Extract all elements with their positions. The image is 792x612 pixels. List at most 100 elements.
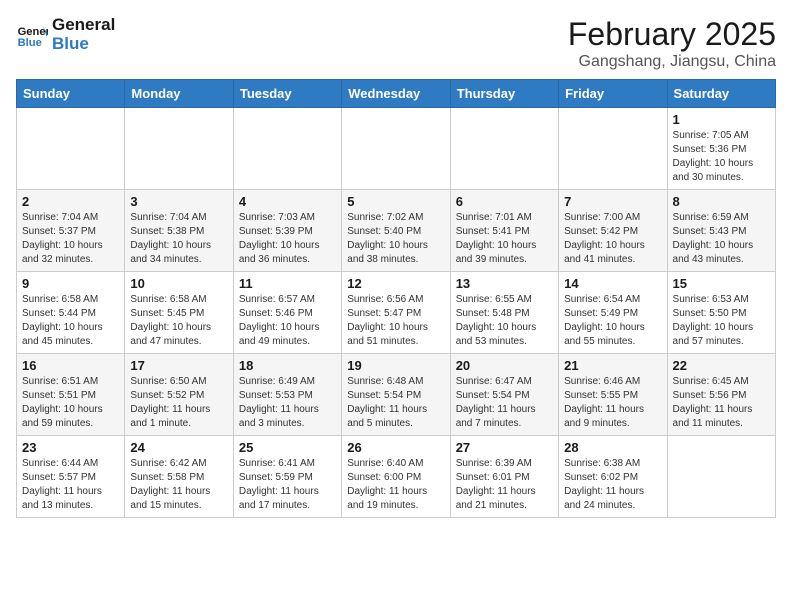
day-cell xyxy=(450,108,558,190)
day-cell: 16Sunrise: 6:51 AM Sunset: 5:51 PM Dayli… xyxy=(17,354,125,436)
day-header-tuesday: Tuesday xyxy=(233,80,341,108)
day-cell xyxy=(667,436,775,518)
day-header-sunday: Sunday xyxy=(17,80,125,108)
day-number: 2 xyxy=(22,194,119,209)
day-cell: 13 Sunrise: 6:55 AM Sunset: 5:48 PM Dayli… xyxy=(450,272,558,354)
day-cell: 17 Sunrise: 6:50 AM Sunset: 5:52 PM Dayli… xyxy=(125,354,233,436)
month-year-title: February 2025 xyxy=(568,16,776,53)
day-info-text: Sunrise: 7:04 AM Sunset: 5:37 PM Dayligh… xyxy=(22,211,119,267)
day-info-text: Sunrise: 6:40 AM Sunset: 6:00 PM Dayligh… xyxy=(347,457,444,513)
day-number: 23 xyxy=(22,440,119,455)
day-info-text: Sunrise: 6:44 AM Sunset: 5:57 PM Dayligh… xyxy=(22,457,119,513)
day-info-text: Sunrise: 7:03 AM Sunset: 5:39 PM Dayligh… xyxy=(239,211,336,267)
page-header: General Blue General Blue February 2025 … xyxy=(16,16,776,71)
day-cell xyxy=(125,108,233,190)
week-row-1: 1Sunrise: 7:05 AM Sunset: 5:36 PM Daylig… xyxy=(17,108,776,190)
day-number: 11 xyxy=(239,276,336,291)
day-info-text: Sunrise: 6:41 AM Sunset: 5:59 PM Dayligh… xyxy=(239,457,336,513)
day-info-text: Sunrise: 6:42 AM Sunset: 5:58 PM Dayligh… xyxy=(130,457,227,513)
day-cell: 21Sunrise: 6:46 AM Sunset: 5:55 PM Dayli… xyxy=(559,354,667,436)
day-cell: 24 Sunrise: 6:42 AM Sunset: 5:58 PM Dayli… xyxy=(125,436,233,518)
day-cell: 22Sunrise: 6:45 AM Sunset: 5:56 PM Dayli… xyxy=(667,354,775,436)
day-number: 24 xyxy=(130,440,227,455)
day-cell: 14 Sunrise: 6:54 AM Sunset: 5:49 PM Dayli… xyxy=(559,272,667,354)
day-info-text: Sunrise: 6:47 AM Sunset: 5:54 PM Dayligh… xyxy=(456,375,553,431)
day-number: 22 xyxy=(673,358,770,373)
day-number: 18 xyxy=(239,358,336,373)
day-cell: 27 Sunrise: 6:39 AM Sunset: 6:01 PM Dayli… xyxy=(450,436,558,518)
day-cell xyxy=(559,108,667,190)
day-info-text: Sunrise: 6:46 AM Sunset: 5:55 PM Dayligh… xyxy=(564,375,661,431)
logo-icon: General Blue xyxy=(16,19,48,51)
day-cell: 8 Sunrise: 6:59 AM Sunset: 5:43 PM Daylig… xyxy=(667,190,775,272)
day-headers-row: SundayMondayTuesdayWednesdayThursdayFrid… xyxy=(17,80,776,108)
day-cell: 1Sunrise: 7:05 AM Sunset: 5:36 PM Daylig… xyxy=(667,108,775,190)
day-cell: 2 Sunrise: 7:04 AM Sunset: 5:37 PM Daylig… xyxy=(17,190,125,272)
day-header-thursday: Thursday xyxy=(450,80,558,108)
day-cell: 25 Sunrise: 6:41 AM Sunset: 5:59 PM Dayli… xyxy=(233,436,341,518)
day-header-friday: Friday xyxy=(559,80,667,108)
day-number: 8 xyxy=(673,194,770,209)
day-number: 12 xyxy=(347,276,444,291)
day-cell: 18 Sunrise: 6:49 AM Sunset: 5:53 PM Dayli… xyxy=(233,354,341,436)
week-row-2: 2 Sunrise: 7:04 AM Sunset: 5:37 PM Daylig… xyxy=(17,190,776,272)
day-number: 19 xyxy=(347,358,444,373)
day-cell: 26 Sunrise: 6:40 AM Sunset: 6:00 PM Dayli… xyxy=(342,436,450,518)
day-info-text: Sunrise: 6:51 AM Sunset: 5:51 PM Dayligh… xyxy=(22,375,119,431)
day-number: 20 xyxy=(456,358,553,373)
day-info-text: Sunrise: 6:48 AM Sunset: 5:54 PM Dayligh… xyxy=(347,375,444,431)
day-info-text: Sunrise: 6:58 AM Sunset: 5:44 PM Dayligh… xyxy=(22,293,119,349)
day-info-text: Sunrise: 6:55 AM Sunset: 5:48 PM Dayligh… xyxy=(456,293,553,349)
day-cell: 10Sunrise: 6:58 AM Sunset: 5:45 PM Dayli… xyxy=(125,272,233,354)
location-title: Gangshang, Jiangsu, China xyxy=(568,53,776,71)
day-cell: 5Sunrise: 7:02 AM Sunset: 5:40 PM Daylig… xyxy=(342,190,450,272)
calendar-table: SundayMondayTuesdayWednesdayThursdayFrid… xyxy=(16,79,776,518)
day-info-text: Sunrise: 6:38 AM Sunset: 6:02 PM Dayligh… xyxy=(564,457,661,513)
day-cell: 20 Sunrise: 6:47 AM Sunset: 5:54 PM Dayli… xyxy=(450,354,558,436)
day-cell: 23 Sunrise: 6:44 AM Sunset: 5:57 PM Dayli… xyxy=(17,436,125,518)
day-info-text: Sunrise: 6:39 AM Sunset: 6:01 PM Dayligh… xyxy=(456,457,553,513)
day-number: 25 xyxy=(239,440,336,455)
week-row-3: 9 Sunrise: 6:58 AM Sunset: 5:44 PM Daylig… xyxy=(17,272,776,354)
day-number: 7 xyxy=(564,194,661,209)
day-number: 26 xyxy=(347,440,444,455)
day-number: 6 xyxy=(456,194,553,209)
svg-text:Blue: Blue xyxy=(18,37,42,49)
day-number: 14 xyxy=(564,276,661,291)
day-cell xyxy=(17,108,125,190)
day-info-text: Sunrise: 7:02 AM Sunset: 5:40 PM Dayligh… xyxy=(347,211,444,267)
day-cell xyxy=(342,108,450,190)
day-cell: 4 Sunrise: 7:03 AM Sunset: 5:39 PM Daylig… xyxy=(233,190,341,272)
day-cell: 15 Sunrise: 6:53 AM Sunset: 5:50 PM Dayli… xyxy=(667,272,775,354)
day-number: 1 xyxy=(673,112,770,127)
logo: General Blue General Blue xyxy=(16,16,115,53)
day-info-text: Sunrise: 6:50 AM Sunset: 5:52 PM Dayligh… xyxy=(130,375,227,431)
day-number: 17 xyxy=(130,358,227,373)
day-info-text: Sunrise: 6:59 AM Sunset: 5:43 PM Dayligh… xyxy=(673,211,770,267)
day-info-text: Sunrise: 6:53 AM Sunset: 5:50 PM Dayligh… xyxy=(673,293,770,349)
day-number: 9 xyxy=(22,276,119,291)
day-number: 3 xyxy=(130,194,227,209)
week-row-4: 16Sunrise: 6:51 AM Sunset: 5:51 PM Dayli… xyxy=(17,354,776,436)
day-cell: 28Sunrise: 6:38 AM Sunset: 6:02 PM Dayli… xyxy=(559,436,667,518)
day-number: 27 xyxy=(456,440,553,455)
day-cell: 3 Sunrise: 7:04 AM Sunset: 5:38 PM Daylig… xyxy=(125,190,233,272)
day-header-saturday: Saturday xyxy=(667,80,775,108)
day-cell: 9 Sunrise: 6:58 AM Sunset: 5:44 PM Daylig… xyxy=(17,272,125,354)
day-number: 15 xyxy=(673,276,770,291)
day-info-text: Sunrise: 6:56 AM Sunset: 5:47 PM Dayligh… xyxy=(347,293,444,349)
day-number: 13 xyxy=(456,276,553,291)
day-cell: 12 Sunrise: 6:56 AM Sunset: 5:47 PM Dayli… xyxy=(342,272,450,354)
day-info-text: Sunrise: 6:54 AM Sunset: 5:49 PM Dayligh… xyxy=(564,293,661,349)
day-number: 4 xyxy=(239,194,336,209)
day-info-text: Sunrise: 7:04 AM Sunset: 5:38 PM Dayligh… xyxy=(130,211,227,267)
day-info-text: Sunrise: 7:00 AM Sunset: 5:42 PM Dayligh… xyxy=(564,211,661,267)
week-row-5: 23 Sunrise: 6:44 AM Sunset: 5:57 PM Dayli… xyxy=(17,436,776,518)
day-cell: 7 Sunrise: 7:00 AM Sunset: 5:42 PM Daylig… xyxy=(559,190,667,272)
day-info-text: Sunrise: 6:49 AM Sunset: 5:53 PM Dayligh… xyxy=(239,375,336,431)
logo-blue: Blue xyxy=(52,35,115,54)
day-info-text: Sunrise: 6:57 AM Sunset: 5:46 PM Dayligh… xyxy=(239,293,336,349)
day-cell: 19 Sunrise: 6:48 AM Sunset: 5:54 PM Dayli… xyxy=(342,354,450,436)
day-header-monday: Monday xyxy=(125,80,233,108)
day-cell: 6Sunrise: 7:01 AM Sunset: 5:41 PM Daylig… xyxy=(450,190,558,272)
